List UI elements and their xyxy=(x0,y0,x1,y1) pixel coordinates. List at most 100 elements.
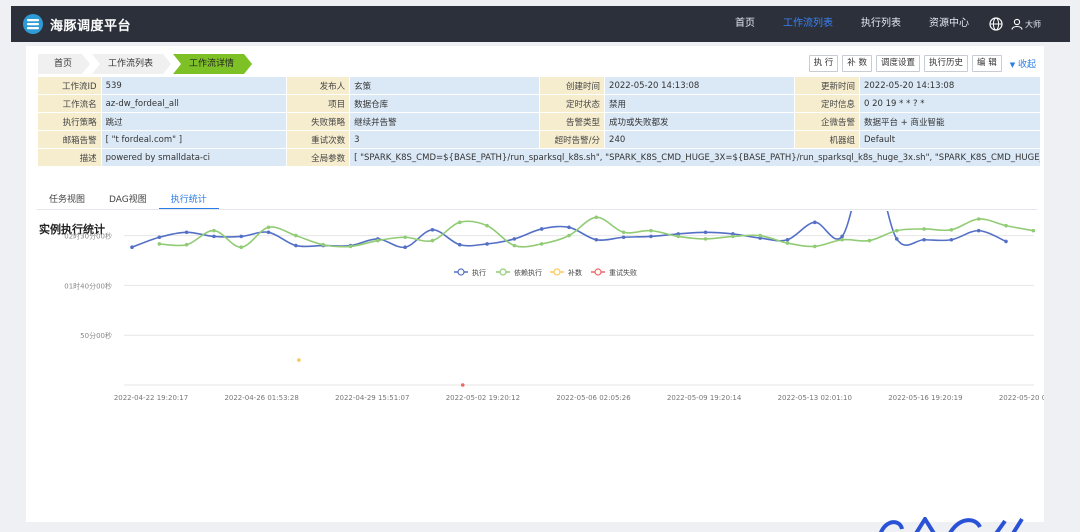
tab-dag-view[interactable]: DAG视图 xyxy=(97,189,159,210)
x-tick-label: 2022-05-13 02:01:10 xyxy=(778,394,852,402)
info-value: 539 xyxy=(101,77,286,94)
info-key: 发布人 xyxy=(286,77,350,94)
data-point xyxy=(676,234,681,239)
data-point xyxy=(157,235,162,240)
legend-marker xyxy=(594,268,602,276)
data-point xyxy=(460,383,465,387)
info-row: 工作流ID 539 发布人 玄策 创建时间 2022-05-20 14:13:08 更新时间… xyxy=(38,77,1040,94)
info-value: 玄策 xyxy=(350,77,540,94)
data-point xyxy=(894,228,899,233)
data-point xyxy=(594,215,599,220)
data-point xyxy=(949,237,954,242)
data-point xyxy=(403,235,407,240)
legend-label: 重试失败 xyxy=(609,268,637,277)
app-title[interactable]: 海豚调度平台 xyxy=(50,15,131,34)
data-point xyxy=(485,223,489,228)
series-line xyxy=(131,211,1007,249)
data-point xyxy=(758,233,762,238)
run-button[interactable]: 执 行 xyxy=(808,55,839,72)
info-key: 创建时间 xyxy=(540,77,605,94)
info-value: 继续并告警 xyxy=(350,113,540,130)
data-point xyxy=(266,225,271,230)
description-value: powered by smalldata-ci xyxy=(101,149,286,166)
data-point xyxy=(649,234,653,239)
tab-task-view[interactable]: 任务视图 xyxy=(37,189,97,210)
execution-history-button[interactable]: 执行历史 xyxy=(924,55,969,72)
data-point xyxy=(1031,228,1036,233)
top-navigation-bar: 海豚调度平台 首页 工作流列表 执行列表 资源中心 大师 xyxy=(11,6,1070,42)
info-value: 数据平台 + 商业智能 xyxy=(859,113,1040,130)
workflow-detail-panel: 首页 工作流列表 工作流详情 执 行 补 数 调度设置 执行历史 编 辑 ▼ 收… xyxy=(26,46,1044,522)
x-tick-label: 2022-05-20 01:59:30 xyxy=(999,394,1044,402)
data-point xyxy=(976,228,981,233)
nav-item-workflow-list[interactable]: 工作流列表 xyxy=(769,6,847,42)
collapse-toggle[interactable]: ▼ 收起 xyxy=(1010,57,1036,70)
info-key: 机器组 xyxy=(794,131,859,148)
tab-execution-stats[interactable]: 执行统计 xyxy=(158,189,219,210)
info-key: 定时状态 xyxy=(540,95,605,112)
x-tick-label: 2022-04-22 19:20:17 xyxy=(114,394,188,402)
data-point xyxy=(1004,223,1008,228)
tabs-divider xyxy=(37,209,1037,210)
info-value: Default xyxy=(859,131,1040,148)
info-value: 0 20 19 * * ? * xyxy=(859,95,1040,112)
data-point xyxy=(239,234,244,239)
info-value: [ "t fordeal.com" ] xyxy=(101,131,286,148)
backfill-button[interactable]: 补 数 xyxy=(842,55,872,72)
breadcrumb-workflow-list[interactable]: 工作流列表 xyxy=(92,54,171,74)
data-point xyxy=(813,220,817,225)
data-point xyxy=(621,235,626,240)
data-point xyxy=(457,220,462,225)
data-point xyxy=(785,237,790,242)
info-row: 执行策略 跳过 失败策略 继续并告警 告警类型 成功或失败都发 企微告警 数据平台 + 商业智… xyxy=(38,113,1040,130)
execution-stats-chart: 04时10分00秒03时20分00秒02时30分00秒01时40分00秒50分0… xyxy=(64,211,1044,402)
schedule-settings-button[interactable]: 调度设置 xyxy=(875,55,920,72)
data-point xyxy=(649,228,653,233)
info-value: 240 xyxy=(605,131,794,148)
workflow-info-table: 工作流ID 539 发布人 玄策 创建时间 2022-05-20 14:13:08 更新时间… xyxy=(37,76,1041,167)
x-tick-label: 2022-04-26 01:53:28 xyxy=(224,394,298,402)
data-point xyxy=(376,238,380,243)
data-point xyxy=(976,217,981,221)
info-key: 重试次数 xyxy=(286,131,350,148)
x-tick-label: 2022-05-02 19:20:12 xyxy=(446,394,520,402)
breadcrumb-home[interactable]: 首页 xyxy=(38,54,90,74)
legend-label: 依赖执行 xyxy=(514,268,542,277)
data-point xyxy=(1004,239,1008,244)
data-point xyxy=(539,227,544,231)
data-point xyxy=(157,242,162,246)
data-point xyxy=(430,238,435,243)
nav-item-resource-center[interactable]: 资源中心 xyxy=(915,6,983,42)
data-point xyxy=(294,233,298,238)
data-point xyxy=(840,234,844,239)
data-point xyxy=(703,230,708,235)
data-point xyxy=(567,225,571,230)
info-key: 超时告警/分 xyxy=(540,131,605,148)
legend-marker xyxy=(457,268,465,276)
legend-label: 补数 xyxy=(568,268,582,277)
data-point xyxy=(949,227,954,232)
info-row: 邮箱告警[ "t fordeal.com" ] 重试次数 3 超时告警/分 240 机器组… xyxy=(38,131,1040,148)
info-key: 描述 xyxy=(38,149,101,166)
edit-button[interactable]: 编 辑 xyxy=(972,55,1002,72)
legend-marker xyxy=(499,268,507,276)
legend-marker xyxy=(553,268,561,276)
data-point xyxy=(567,233,571,238)
nav-item-execution-list[interactable]: 执行列表 xyxy=(847,6,915,42)
view-tabs: 任务视图 DAG视图 执行统计 xyxy=(37,189,219,210)
nav-item-home[interactable]: 首页 xyxy=(721,6,769,42)
language-globe-icon[interactable] xyxy=(989,17,1003,31)
y-tick-label: 02时30分00秒 xyxy=(64,232,112,241)
data-point xyxy=(512,237,517,241)
legend-label: 执行 xyxy=(472,268,486,277)
dolphin-logo-icon[interactable] xyxy=(22,13,44,35)
info-value: 禁用 xyxy=(605,95,794,112)
user-menu[interactable]: 大师 xyxy=(1011,18,1049,30)
data-point xyxy=(594,237,599,242)
data-point xyxy=(512,243,517,248)
data-point xyxy=(922,227,926,231)
info-value: az-dw_fordeal_all xyxy=(101,95,286,112)
info-key: 全局参数 xyxy=(286,149,350,166)
data-point xyxy=(212,228,216,233)
info-value: 成功或失败都发 xyxy=(605,113,794,130)
